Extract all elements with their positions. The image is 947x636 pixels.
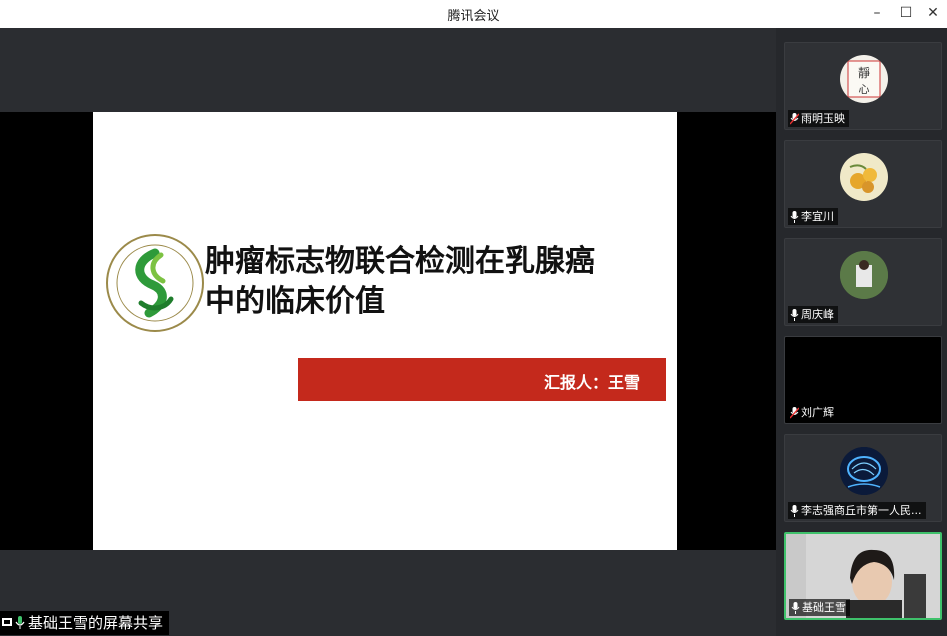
presenter-bar: 汇报人：王雪	[298, 358, 666, 401]
participant-tile[interactable]: 周庆峰	[784, 238, 942, 326]
svg-text:靜: 靜	[858, 66, 870, 80]
close-button[interactable]: ✕	[921, 3, 945, 23]
mic-icon	[790, 504, 799, 517]
participant-name: 基础王雪	[802, 601, 846, 614]
mic-muted-icon	[790, 406, 799, 418]
screen-share-view[interactable]: 肿瘤标志物联合检测在乳腺癌 中的临床价值 汇报人：王雪	[0, 112, 776, 550]
main-stage: 肿瘤标志物联合检测在乳腺癌 中的临床价值 汇报人：王雪 基础王雪的屏幕共享	[0, 28, 776, 636]
screen-share-label: 基础王雪的屏幕共享	[0, 611, 170, 635]
mic-muted-icon	[790, 112, 799, 124]
mic-icon	[791, 601, 800, 614]
participant-name: 雨明玉映	[801, 112, 845, 125]
participant-name: 李志强商丘市第一人民...	[801, 504, 922, 517]
participant-tile[interactable]: 刘广辉	[784, 336, 942, 424]
participant-name-tag: 李宜川	[788, 208, 838, 225]
slide-title: 肿瘤标志物联合检测在乳腺癌 中的临床价值	[205, 242, 645, 322]
participant-tile[interactable]: 李宜川	[784, 140, 942, 228]
participant-name-tag: 雨明玉映	[788, 110, 849, 127]
slide-title-line2: 中的临床价值	[205, 284, 385, 319]
screen-share-text: 基础王雪的屏幕共享	[28, 614, 164, 632]
window-title: 腾讯会议	[447, 9, 500, 24]
avatar	[840, 447, 888, 495]
participant-name-tag: 周庆峰	[788, 306, 838, 323]
participant-tile[interactable]: 靜心 雨明玉映	[784, 42, 942, 130]
avatar	[840, 251, 888, 299]
minimize-button[interactable]: –	[865, 3, 889, 23]
college-logo	[106, 234, 204, 332]
presenter-label: 汇报人：王雪	[543, 373, 640, 392]
participant-name-tag: 李志强商丘市第一人民...	[788, 502, 926, 519]
avatar	[840, 153, 888, 201]
participant-tile-active[interactable]: 基础王雪	[784, 532, 942, 620]
mic-icon	[15, 616, 25, 629]
participant-list: 靜心 雨明玉映 李宜川 周庆峰 刘广辉 李志强商丘市第一人民... 基础王雪	[776, 28, 947, 636]
screen-share-icon	[2, 618, 12, 626]
maximize-button[interactable]: ☐	[894, 3, 918, 23]
participant-name-tag: 基础王雪	[789, 599, 850, 616]
avatar: 靜心	[840, 55, 888, 103]
title-bar: 腾讯会议 – ☐ ✕	[0, 0, 947, 28]
mic-icon	[790, 308, 799, 321]
participant-name: 周庆峰	[801, 308, 834, 321]
participant-name: 刘广辉	[801, 406, 834, 419]
participant-tile[interactable]: 李志强商丘市第一人民...	[784, 434, 942, 522]
mic-icon	[790, 210, 799, 223]
participant-name-tag: 刘广辉	[788, 404, 838, 421]
svg-text:心: 心	[859, 83, 870, 96]
slide-title-line1: 肿瘤标志物联合检测在乳腺癌	[205, 244, 595, 279]
presentation-slide: 肿瘤标志物联合检测在乳腺癌 中的临床价值 汇报人：王雪	[93, 112, 677, 550]
participant-name: 李宜川	[801, 210, 834, 223]
